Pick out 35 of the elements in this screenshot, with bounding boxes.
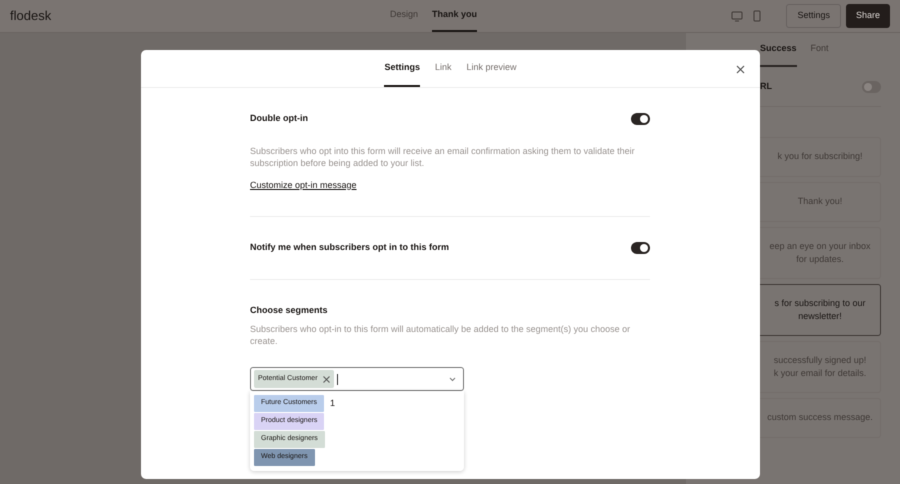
- mobile-icon[interactable]: [753, 10, 762, 22]
- text-cursor: [336, 374, 338, 384]
- setting-title: Notify me when subscribers opt in to this form: [250, 241, 450, 254]
- toggle-switch[interactable]: [631, 112, 650, 125]
- message-text: successfully signed up!: [774, 354, 866, 367]
- settings-button[interactable]: Settings: [786, 4, 841, 28]
- message-text: Thank you!: [798, 195, 842, 208]
- remove-icon[interactable]: [322, 376, 330, 382]
- toggle-switch[interactable]: [631, 242, 650, 254]
- message-text: k your email for details.: [774, 367, 866, 380]
- dialog-tab[interactable]: Settings: [384, 50, 420, 87]
- segments-description: Subscribers who opt-in to this form will automatically be added to the segment(s) you choose or create.: [250, 323, 632, 347]
- message-text: for updates.: [796, 253, 844, 266]
- setting-description: Subscribers who opt into this form will receive an email confirmation asking them to validate their subscription before being added to your list.: [250, 144, 636, 168]
- message-text: eep an eye on your inbox: [769, 240, 871, 253]
- share-button[interactable]: Share: [846, 4, 890, 28]
- message-text: newsletter!: [798, 310, 842, 323]
- message-text: custom success message.: [767, 411, 873, 424]
- close-icon[interactable]: [736, 65, 745, 74]
- desktop-icon[interactable]: [731, 10, 744, 22]
- editor-tab[interactable]: Design: [390, 0, 418, 32]
- customize-link[interactable]: Customize opt-in message: [250, 178, 357, 192]
- editor-tab[interactable]: Thank you: [432, 0, 478, 32]
- logo: flodesk: [10, 7, 52, 26]
- message-text: k you for subscribing!: [777, 150, 863, 164]
- panel-tab[interactable]: Font: [810, 33, 829, 67]
- segments-title: Choose segments: [250, 304, 329, 317]
- setting-label: RL: [760, 80, 772, 93]
- dialog-tab[interactable]: Link: [434, 50, 452, 87]
- dialog-tab[interactable]: Link preview: [466, 50, 517, 87]
- chevron-down-icon[interactable]: [449, 376, 456, 382]
- message-text: s for subscribing to our: [774, 296, 866, 310]
- toggle-switch[interactable]: [862, 80, 881, 92]
- option-count: 1: [330, 396, 336, 410]
- setting-title: Double opt-in: [250, 112, 308, 125]
